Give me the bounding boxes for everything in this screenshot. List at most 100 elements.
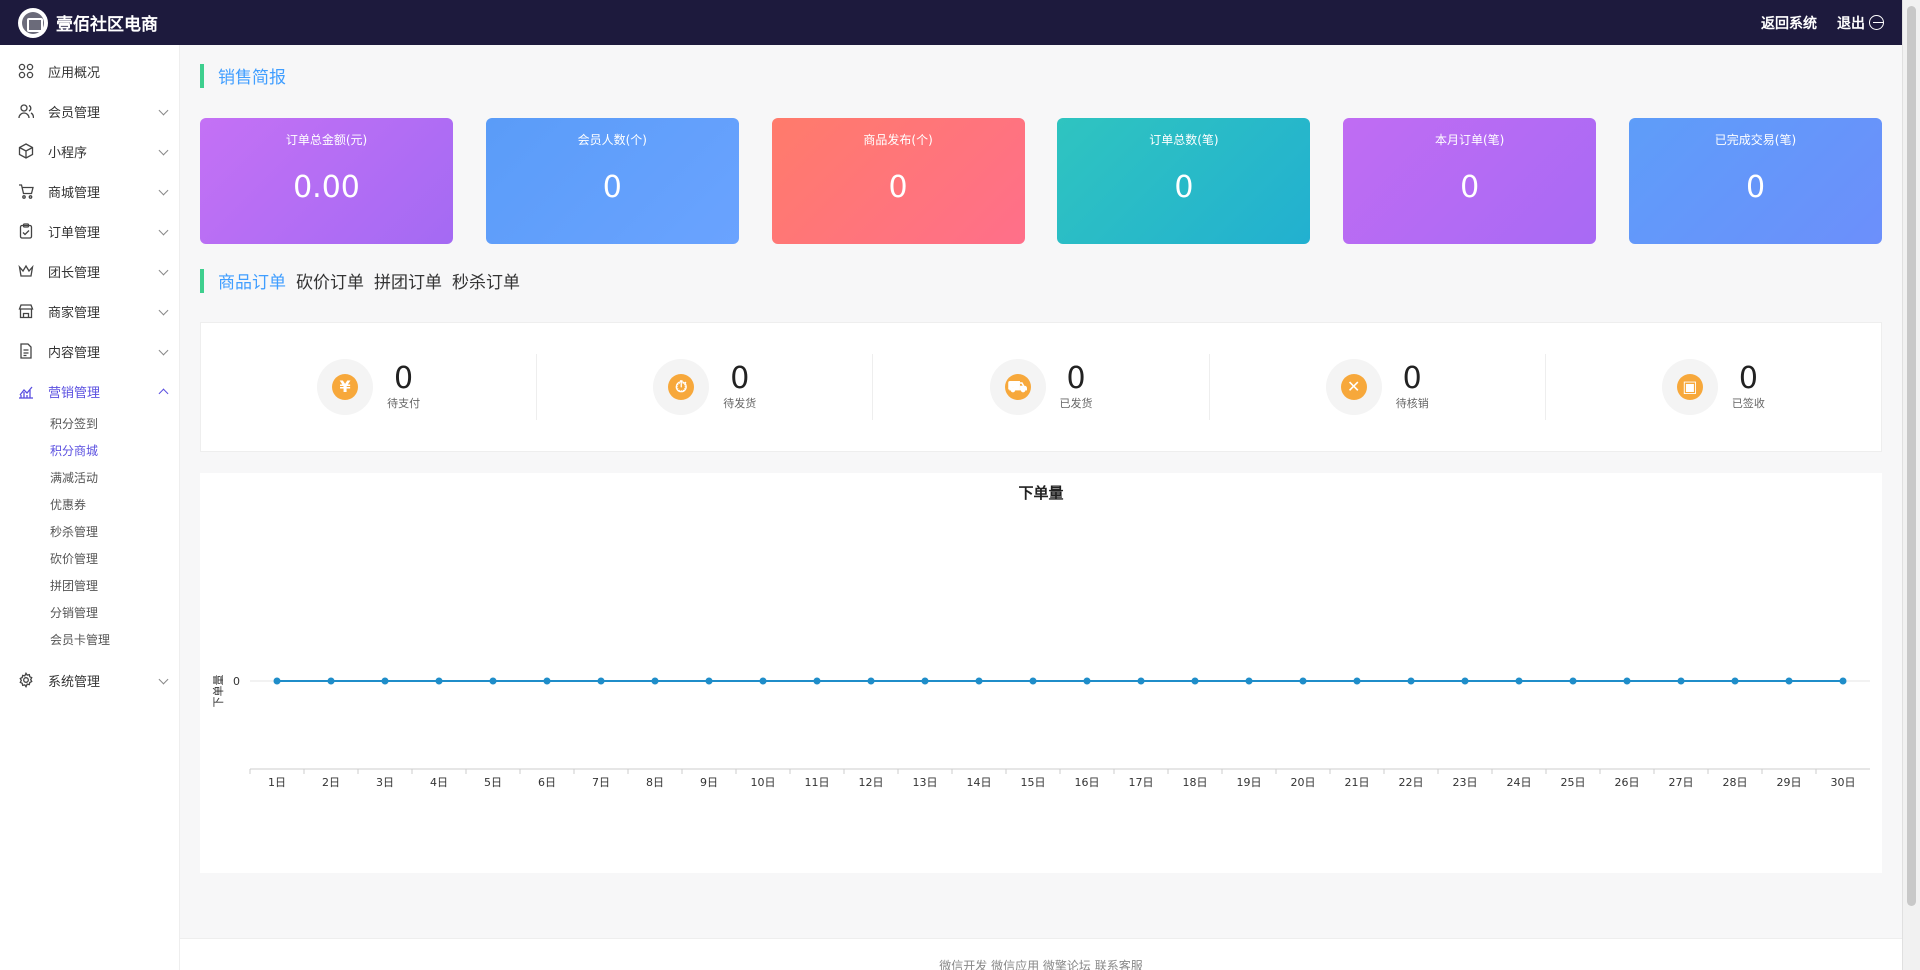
chart-point [1407, 677, 1415, 685]
chevron-down-icon [158, 674, 169, 685]
chart-point [1839, 677, 1847, 685]
order-stat-label: 待核销 [1395, 397, 1429, 410]
sidebar-subitem-7[interactable]: 分销管理 [0, 600, 179, 627]
chart-x-tick-label: 1日 [268, 776, 286, 789]
tab-order-2[interactable]: 拼团订单 [374, 268, 442, 293]
orders-chart: 下单量 下单量 0 1日 2日 3日 4日 5日 6日 7日 8日 9日 10日 11日 12日 13日 14日… [200, 473, 1882, 873]
chart-x-tick-label: 4日 [430, 776, 448, 789]
sidebar-item-system[interactable]: 系统管理 [0, 660, 179, 700]
chart-x-tick-label: 15日 [1021, 776, 1046, 789]
sidebar-item-1[interactable]: 会员管理 [0, 91, 179, 131]
logout-icon [1869, 15, 1884, 30]
sidebar-subitem-6[interactable]: 拼团管理 [0, 573, 179, 600]
chevron-down-icon [158, 265, 169, 276]
sidebar-item-2[interactable]: 小程序 [0, 131, 179, 171]
chart-x-tick-label: 2日 [322, 776, 340, 789]
tab-order-1[interactable]: 砍价订单 [296, 268, 364, 293]
sidebar-subitem-0[interactable]: 积分签到 [0, 411, 179, 438]
sales-card-1[interactable]: 会员人数(个) 0 [485, 118, 739, 244]
sidebar-subitem-2[interactable]: 满减活动 [0, 465, 179, 492]
sidebar-item-5[interactable]: 团长管理 [0, 251, 179, 291]
sidebar-subitem-4[interactable]: 秒杀管理 [0, 519, 179, 546]
sidebar-item-label: 订单管理 [48, 225, 101, 241]
document-icon [18, 343, 34, 359]
sidebar-subitem-5[interactable]: 砍价管理 [0, 546, 179, 573]
page-scrollbar[interactable] [1902, 0, 1920, 970]
chart-point [813, 677, 821, 685]
sales-card-value: 0.00 [293, 170, 360, 205]
sales-card-3[interactable]: 订单总数(笔) 0 [1057, 118, 1311, 244]
chart-x-tick-label: 3日 [376, 776, 394, 789]
verify-icon: ✕ [1325, 359, 1382, 415]
order-stat-1[interactable]: ⏱ 0 待发货 [537, 354, 874, 420]
brand[interactable]: 壹佰社区电商 [18, 7, 158, 38]
sidebar-item-6[interactable]: 商家管理 [0, 291, 179, 331]
sidebar-subitem-1[interactable]: 积分商城 [0, 438, 179, 465]
order-stat-label: 待发货 [723, 397, 757, 410]
chevron-down-icon [158, 185, 169, 196]
sales-card-label: 订单总数(笔) [1149, 133, 1219, 147]
tab-order-3[interactable]: 秒杀订单 [452, 268, 520, 293]
sales-card-value: 0 [1745, 170, 1766, 205]
order-stat-3[interactable]: ✕ 0 待核销 [1210, 354, 1546, 420]
sidebar-item-label: 应用概况 [48, 65, 101, 81]
chart-x-tick-label: 6日 [538, 776, 556, 789]
chart-x-tick-label: 10日 [751, 776, 776, 789]
sidebar-item-8[interactable]: 营销管理 [0, 371, 179, 411]
truck-icon: ⛟ [989, 359, 1046, 415]
sales-card-4[interactable]: 本月订单(笔) 0 [1343, 118, 1597, 244]
chart-point [1731, 677, 1739, 685]
sales-card-2[interactable]: 商品发布(个) 0 [771, 118, 1025, 244]
chart-point [921, 677, 929, 685]
tab-order-0[interactable]: 商品订单 [218, 268, 286, 293]
sales-card-5[interactable]: 已完成交易(笔) 0 [1628, 118, 1882, 244]
chart-x-tick-label: 27日 [1669, 776, 1694, 789]
sidebar-subitem-3[interactable]: 优惠券 [0, 492, 179, 519]
back-to-system-link[interactable]: 返回系统 [1761, 13, 1817, 33]
chart-point [381, 677, 389, 685]
sales-card-label: 会员人数(个) [577, 133, 647, 147]
chart-x-tick-label: 25日 [1561, 776, 1586, 789]
sales-card-label: 已完成交易(笔) [1714, 133, 1797, 147]
scroll-thumb[interactable] [1907, 6, 1916, 906]
sidebar-item-4[interactable]: 订单管理 [0, 211, 179, 251]
order-stat-label: 待支付 [387, 397, 421, 410]
chart-point [1785, 677, 1793, 685]
sidebar-item-0[interactable]: 应用概况 [0, 51, 179, 91]
chart-point [435, 677, 443, 685]
package-icon: ▣ [1661, 359, 1718, 415]
top-header: 壹佰社区电商 返回系统 退出 [0, 0, 1902, 45]
sidebar-item-label: 团长管理 [48, 265, 101, 281]
sidebar-item-label: 内容管理 [48, 345, 101, 361]
order-stat-label: 已签收 [1731, 397, 1765, 410]
chart-point [327, 677, 335, 685]
sales-title: 销售简报 [218, 68, 286, 88]
footer: 微信开发 微信应用 微擎论坛 联系客服 [180, 938, 1902, 970]
users-icon [18, 103, 35, 119]
store-icon [18, 303, 34, 319]
order-stat-2[interactable]: ⛟ 0 已发货 [873, 354, 1210, 420]
brand-logo-icon [18, 7, 48, 38]
chart-ylabel: 下单量 [212, 675, 225, 708]
order-stat-0[interactable]: ¥ 0 待支付 [201, 354, 538, 420]
order-stat-value: 0 [1066, 361, 1086, 396]
chart-x-tick-label: 20日 [1291, 776, 1316, 789]
chevron-down-icon [158, 225, 169, 236]
chart-point [1461, 677, 1469, 685]
chart-x-tick-label: 24日 [1507, 776, 1532, 789]
sales-card-label: 本月订单(笔) [1435, 133, 1505, 147]
header-actions: 返回系统 退出 [1761, 13, 1884, 33]
order-stat-4[interactable]: ▣ 0 已签收 [1546, 354, 1881, 420]
sidebar-item-3[interactable]: 商城管理 [0, 171, 179, 211]
sales-card-label: 订单总金额(元) [285, 133, 368, 147]
chart-point [1137, 677, 1145, 685]
sidebar-subitem-8[interactable]: 会员卡管理 [0, 627, 179, 654]
apps-icon [18, 63, 34, 79]
chart-title: 下单量 [1018, 484, 1063, 502]
sales-cards: 订单总金额(元) 0.00 会员人数(个) 0 商品发布(个) 0 订单总数(笔… [200, 118, 1882, 244]
chart-x-tick-label: 17日 [1129, 776, 1154, 789]
sales-card-0[interactable]: 订单总金额(元) 0.00 [200, 118, 453, 244]
sidebar-item-7[interactable]: 内容管理 [0, 331, 179, 371]
chart-x-tick-label: 28日 [1723, 776, 1748, 789]
logout-button[interactable]: 退出 [1837, 13, 1884, 33]
